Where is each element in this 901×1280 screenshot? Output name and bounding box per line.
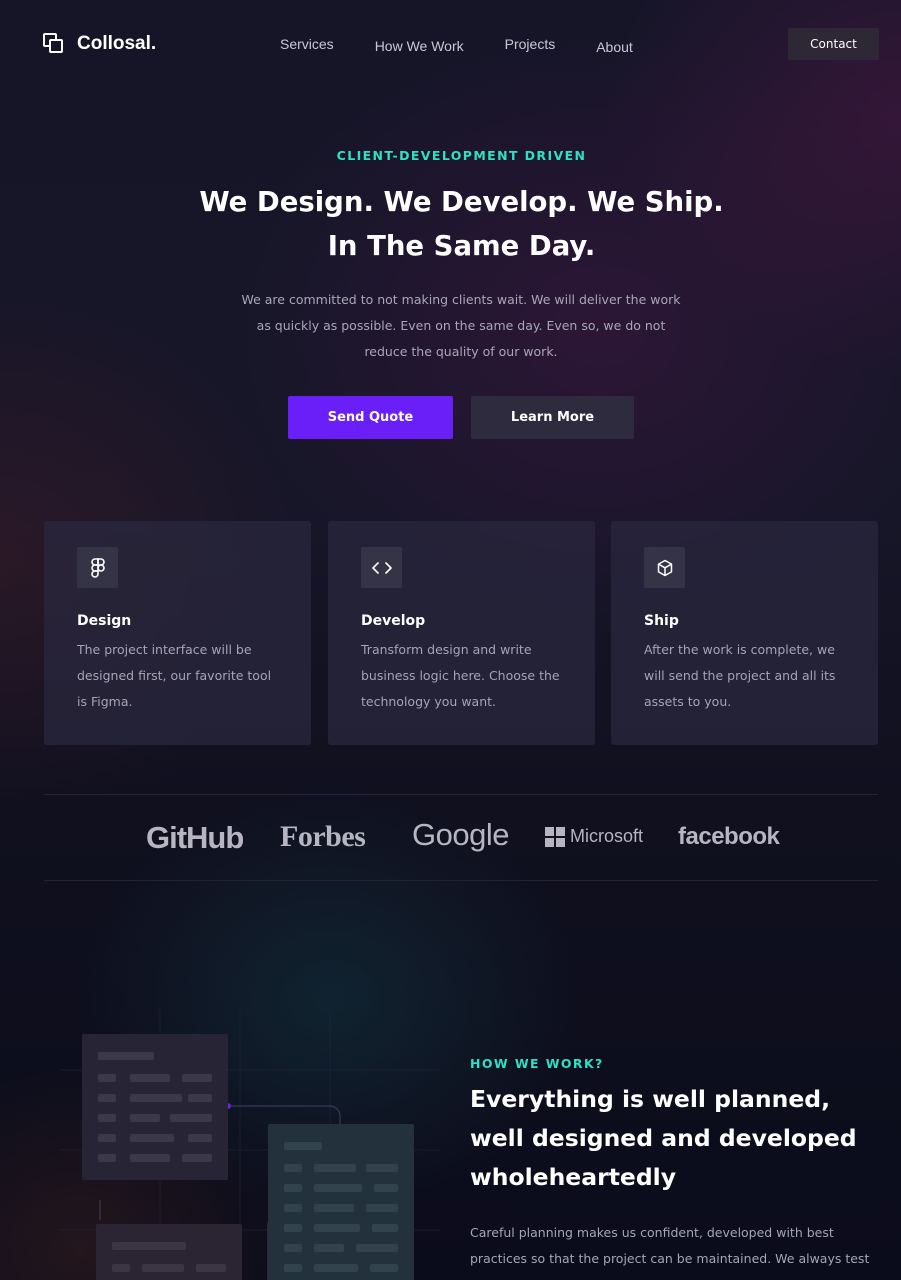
card-text: Transform design and write business logi… [361, 642, 560, 709]
box-icon [644, 547, 685, 588]
nav-item-how-we-work[interactable]: How We Work [375, 38, 464, 55]
logos-divider-top [44, 794, 878, 795]
nav-item-services[interactable]: Services [280, 36, 334, 55]
card-text: The project interface will be designed f… [77, 642, 272, 709]
card-title: Design [77, 613, 132, 629]
figma-icon [77, 547, 118, 588]
service-card-develop: Develop Transform design and write busin… [328, 521, 595, 745]
client-logos: GitHub Forbes Google Microsoft facebook [0, 814, 901, 864]
planning-illustration [60, 1010, 440, 1280]
how-description: Careful planning makes us confident, dev… [470, 1225, 870, 1266]
hero-title: We Design. We Develop. We Ship. In The S… [0, 180, 901, 268]
brand-name: Collosal. [77, 33, 157, 54]
google-logo: Google [412, 817, 509, 852]
send-quote-button[interactable]: Send Quote [288, 396, 453, 439]
how-eyebrow: HOW WE WORK? [470, 1056, 604, 1071]
hero-title-line-2: In The Same Day. [327, 230, 596, 262]
brand-logo[interactable]: Collosal. [43, 33, 156, 55]
service-card-design: Design The project interface will be des… [44, 521, 311, 745]
code-icon [361, 547, 402, 588]
microsoft-icon [545, 826, 565, 847]
hero-description: We are committed to not making clients w… [241, 292, 681, 359]
nav-item-about[interactable]: About [596, 39, 633, 55]
service-card-ship: Ship After the work is complete, we will… [611, 521, 878, 745]
github-logo: GitHub [146, 820, 244, 855]
hero-title-line-1: We Design. We Develop. We Ship. [199, 186, 724, 218]
forbes-logo: Forbes [280, 820, 366, 853]
how-title: Everything is well planned, well designe… [470, 1085, 857, 1191]
card-title: Ship [644, 613, 679, 629]
microsoft-wordmark: Microsoft [570, 826, 644, 846]
microsoft-logo: Microsoft [545, 826, 643, 847]
card-text: After the work is complete, we will send… [644, 642, 836, 709]
logos-divider-bottom [44, 880, 878, 881]
facebook-logo: facebook [678, 823, 780, 850]
landing-page: Collosal. Services How We Work Projects … [0, 0, 901, 1280]
hero-eyebrow: CLIENT-DEVELOPMENT DRIVEN [336, 148, 587, 163]
main-nav: Services How We Work Projects About [280, 36, 633, 55]
logo-icon [43, 33, 65, 55]
card-title: Develop [361, 613, 426, 629]
nav-item-projects[interactable]: Projects [505, 36, 556, 55]
contact-button[interactable]: Contact [788, 28, 879, 60]
learn-more-button[interactable]: Learn More [471, 396, 634, 439]
